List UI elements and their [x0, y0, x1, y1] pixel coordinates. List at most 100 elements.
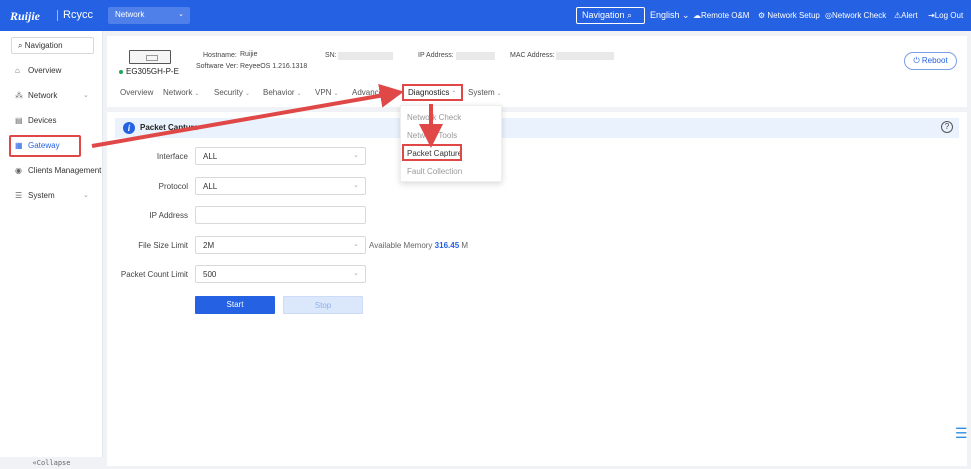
alert-link[interactable]: ⚠Alert: [894, 11, 918, 20]
help-icon[interactable]: ?: [941, 121, 953, 133]
hostname-value: Ruijie: [240, 51, 258, 58]
network-select[interactable]: Network ⌄: [108, 7, 190, 24]
clients-icon: ◉: [15, 166, 22, 175]
network-check-label: Network Check: [831, 11, 887, 20]
check-icon: ◎: [825, 11, 832, 20]
cloud-icon: ☁: [693, 11, 701, 20]
network-setup-label: Network Setup: [767, 11, 820, 20]
network-icon: ⁂: [15, 91, 23, 100]
tab-label: Behavior: [263, 88, 295, 97]
sidebar-item-overview[interactable]: ⌂ Overview: [15, 66, 61, 75]
chevron-down-icon: ⌄: [682, 10, 690, 20]
chevron-down-icon: ⌄: [353, 152, 359, 159]
ip-address-label: IP Address: [149, 211, 188, 220]
software-label: Software Ver:: [196, 63, 239, 70]
tab-overview[interactable]: Overview: [120, 88, 153, 97]
tab-label: Overview: [120, 88, 154, 97]
alert-label: Alert: [901, 11, 918, 20]
device-header: EG305GH-P-E Hostname: Ruijie Software Ve…: [107, 36, 967, 107]
sidebar-item-clients[interactable]: ◉ Clients Management: [15, 166, 101, 175]
remote-om-label: Remote O&M: [701, 11, 750, 20]
protocol-select[interactable]: ALL ⌄: [195, 177, 366, 195]
software-value: ReyeeOS 1.216.1318: [240, 63, 308, 70]
tab-system[interactable]: System ⌄: [468, 88, 502, 97]
navigation-button[interactable]: Navigation ⌕: [576, 7, 645, 24]
ip-address-input[interactable]: [195, 206, 366, 224]
packet-capture-title: Packet Capture: [140, 123, 199, 132]
chevron-down-icon: ⌄: [333, 91, 339, 97]
collapse-button[interactable]: «Collapse: [0, 457, 103, 469]
sidebar-item-devices[interactable]: ▤ Devices: [15, 116, 56, 125]
tab-behavior[interactable]: Behavior ⌄: [263, 88, 302, 97]
chevron-down-icon: ⌄: [194, 91, 200, 97]
interface-select[interactable]: ALL ⌄: [195, 147, 366, 165]
logout-icon: ⇥: [928, 11, 935, 20]
wifi-icon[interactable]: ☰: [955, 425, 971, 447]
available-memory-label: Available Memory: [369, 241, 433, 250]
reboot-button[interactable]: ⏻ Reboot: [904, 52, 957, 70]
sidebar-item-network[interactable]: ⁂ Network ⌄: [15, 91, 89, 100]
home-icon: ⌂: [15, 66, 20, 75]
protocol-value: ALL: [203, 182, 218, 191]
tab-label: Security: [214, 88, 243, 97]
tab-advanced[interactable]: Advanced: [352, 88, 388, 97]
sidebar-item-system[interactable]: ☰ System ⌄: [15, 191, 89, 200]
sn-redacted: [338, 52, 393, 60]
logo-divider: [57, 10, 58, 21]
chevron-down-icon: ⌄: [83, 192, 89, 199]
tab-network[interactable]: Network ⌄: [163, 88, 199, 97]
navigation-search-label: Navigation: [24, 41, 63, 50]
menu-item-network-tools[interactable]: Network Tools: [407, 131, 457, 140]
menu-item-network-check[interactable]: Network Check: [407, 113, 461, 122]
reboot-label: Reboot: [921, 56, 948, 65]
stop-button[interactable]: Stop: [283, 296, 363, 314]
mac-redacted: [556, 52, 614, 60]
chevron-down-icon: ⌄: [178, 11, 184, 18]
logout-label: Log Out: [934, 11, 964, 20]
navigation-search[interactable]: ⌕ Navigation: [11, 37, 94, 54]
diagnostics-highlight-box: [402, 84, 463, 101]
tab-security[interactable]: Security ⌄: [214, 88, 250, 97]
packet-capture-highlight-box: [402, 144, 462, 161]
gateway-highlight-box: [9, 135, 81, 157]
file-size-select[interactable]: 2M ⌄: [195, 236, 366, 254]
tab-label: Network: [163, 88, 193, 97]
chevron-down-icon: ⌄: [353, 270, 359, 277]
file-size-value: 2M: [203, 241, 215, 250]
chevron-down-icon: ⌄: [296, 91, 302, 97]
chevron-down-icon: ⌄: [83, 92, 89, 99]
device-model-text: EG305GH-P-E: [126, 67, 179, 76]
sidebar-item-label: Network: [28, 91, 58, 100]
hostname-label: Hostname:: [203, 52, 237, 59]
interface-value: ALL: [203, 152, 218, 161]
network-check-link[interactable]: ◎Network Check: [825, 11, 886, 20]
chevron-down-icon: ⌄: [353, 241, 359, 248]
device-model: EG305GH-P-E: [119, 67, 179, 76]
network-setup-link[interactable]: ⚙ Network Setup: [758, 11, 820, 20]
power-icon: ⏻: [913, 56, 920, 65]
available-memory-value: 316.45: [434, 241, 460, 250]
info-icon: i: [123, 122, 135, 134]
online-status-dot: [119, 69, 123, 74]
language-select[interactable]: English ⌄: [650, 10, 690, 21]
available-memory: Available Memory 316.45 M: [369, 241, 468, 250]
logout-link[interactable]: ⇥Log Out: [928, 11, 963, 20]
sidebar-item-label: Devices: [28, 116, 57, 125]
packet-capture-header: i Packet Capture ?: [115, 118, 959, 138]
reyee-logo: Rcycc: [63, 9, 93, 21]
start-button[interactable]: Start: [195, 296, 275, 314]
devices-icon: ▤: [15, 116, 23, 125]
setup-icon: ⚙: [758, 11, 766, 20]
tab-label: VPN: [315, 88, 332, 97]
packet-count-label: Packet Count Limit: [120, 270, 188, 279]
tab-label: Advanced: [352, 88, 388, 97]
menu-item-fault-collection[interactable]: Fault Collection: [407, 167, 462, 176]
interface-label: Interface: [156, 152, 188, 161]
language-label: English: [650, 10, 680, 20]
remote-om-link[interactable]: ☁Remote O&M: [693, 11, 749, 20]
tab-vpn[interactable]: VPN ⌄: [315, 88, 338, 97]
protocol-label: Protocol: [158, 182, 188, 191]
packet-count-select[interactable]: 500 ⌄: [195, 265, 366, 283]
ruijie-logo: Ruijie: [10, 9, 41, 23]
packet-count-value: 500: [203, 270, 217, 279]
